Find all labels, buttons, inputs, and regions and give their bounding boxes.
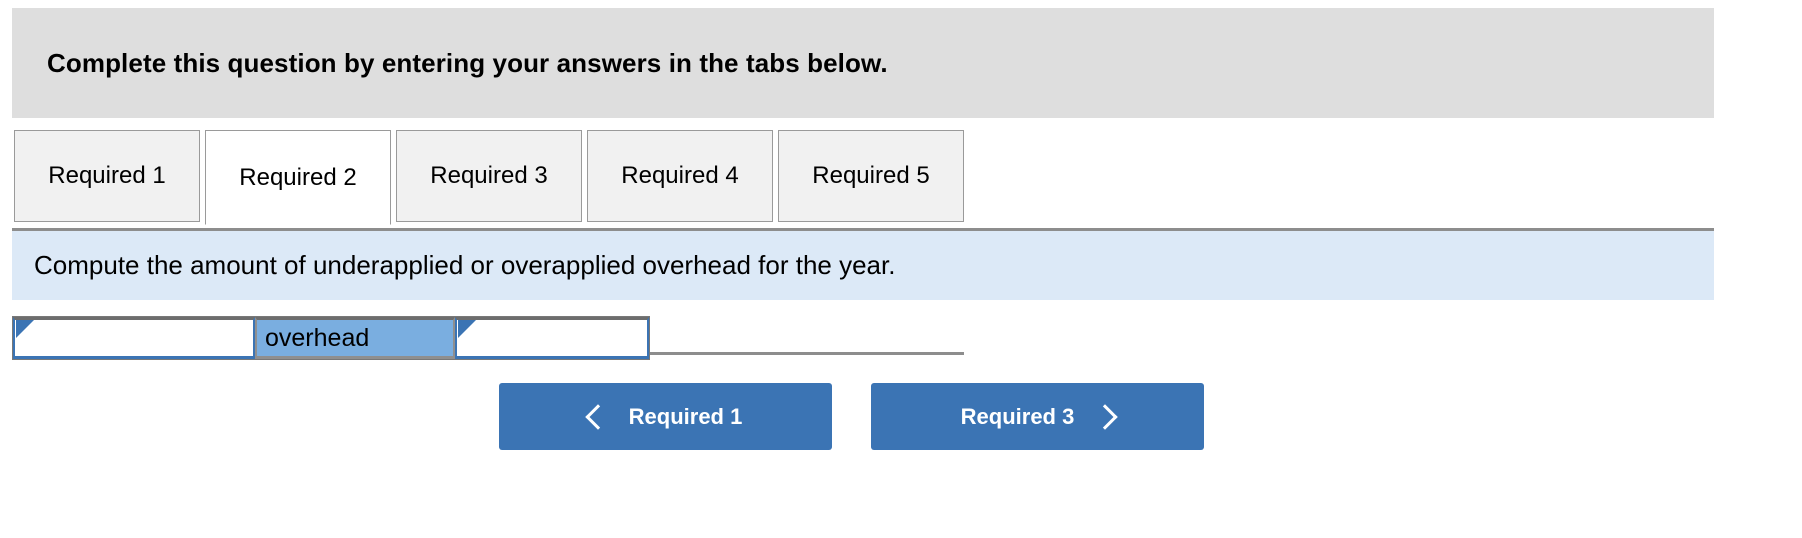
cell-marker-triangle-icon [458, 320, 476, 338]
page-title: Complete this question by entering your … [47, 47, 888, 78]
tab-label: Required 2 [239, 163, 357, 191]
requirement-tabs: Required 1 Required 2 Required 3 Require… [0, 130, 1802, 355]
tab-required-4[interactable]: Required 4 [587, 130, 773, 222]
answer-label-cell[interactable]: overhead [255, 317, 455, 359]
answer-input-2[interactable] [457, 320, 647, 356]
tab-label: Required 5 [812, 162, 930, 189]
tab-required-2[interactable]: Required 2 [205, 130, 391, 225]
instruction-bar: Compute the amount of underapplied or ov… [12, 228, 1714, 300]
chevron-right-icon [1092, 403, 1119, 430]
cell-marker-triangle-icon [16, 320, 34, 338]
answer-input-2-cell[interactable] [455, 317, 649, 359]
tab-required-1[interactable]: Required 1 [14, 130, 200, 222]
prev-requirement-button[interactable]: Required 1 [499, 383, 832, 450]
prev-button-label: Required 1 [628, 403, 743, 429]
next-requirement-button[interactable]: Required 3 [871, 383, 1204, 450]
tab-label: Required 3 [430, 162, 548, 189]
tab-label: Required 4 [621, 162, 739, 189]
instruction-text: Compute the amount of underapplied or ov… [34, 250, 896, 280]
answer-input-1-cell[interactable] [13, 317, 255, 359]
next-button-label: Required 3 [960, 403, 1075, 429]
question-header-banner: Complete this question by entering your … [12, 8, 1714, 118]
tab-label: Required 1 [48, 162, 166, 189]
answer-input-row: overhead [12, 316, 650, 360]
chevron-left-icon [584, 403, 611, 430]
answer-label-text: overhead [265, 323, 370, 352]
tab-required-5[interactable]: Required 5 [778, 130, 964, 222]
tab-required-3[interactable]: Required 3 [396, 130, 582, 222]
answer-input-1[interactable] [15, 320, 253, 356]
